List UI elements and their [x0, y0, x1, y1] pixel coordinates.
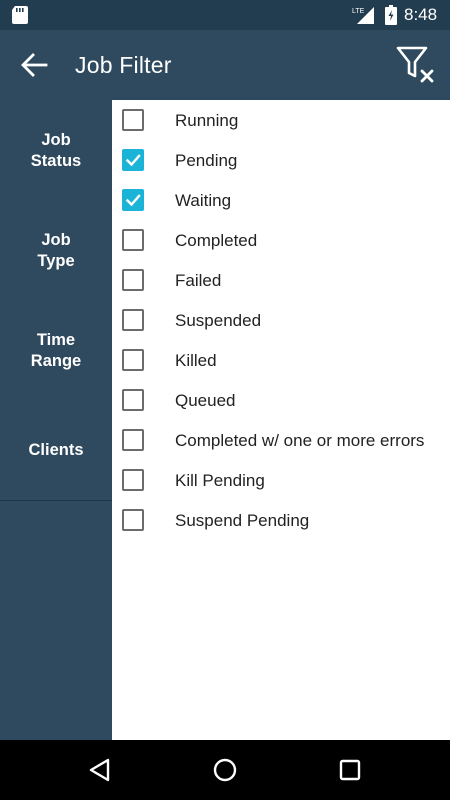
- nav-item-label: Range: [30, 352, 82, 370]
- job-status-option-row[interactable]: Waiting: [112, 180, 450, 220]
- filter-clear-icon[interactable]: [394, 43, 438, 87]
- battery-icon: [385, 5, 397, 25]
- option-label: Pending: [175, 151, 238, 170]
- option-label: Completed w/ one or more errors: [175, 431, 425, 450]
- filter-category-nav: Job Status Job Type Time Range Clients: [0, 100, 112, 740]
- checkbox-unchecked[interactable]: [122, 109, 144, 131]
- checkbox-unchecked[interactable]: [122, 349, 144, 371]
- option-label: Queued: [175, 391, 236, 410]
- option-label: Failed: [175, 271, 222, 290]
- job-status-option-row[interactable]: Suspended: [112, 300, 450, 340]
- checkbox-unchecked[interactable]: [122, 389, 144, 411]
- checkmark-icon: [125, 194, 141, 207]
- checkmark-icon: [125, 154, 141, 167]
- option-label: Running: [175, 111, 239, 130]
- status-bar: LTE 8:48: [0, 0, 450, 30]
- option-label: Suspend Pending: [175, 511, 310, 530]
- signal-icon: LTE: [352, 7, 374, 24]
- checkbox-unchecked[interactable]: [122, 469, 144, 491]
- job-status-option-row[interactable]: Pending: [112, 140, 450, 180]
- lte-label: LTE: [352, 8, 365, 15]
- checkbox-unchecked[interactable]: [122, 309, 144, 331]
- system-nav-bar: [0, 740, 450, 800]
- checkbox-checked[interactable]: [122, 149, 144, 171]
- job-status-option-row[interactable]: Completed w/ one or more errors: [112, 420, 450, 460]
- checkbox-checked[interactable]: [122, 189, 144, 211]
- job-status-option-row[interactable]: Suspend Pending: [112, 500, 450, 540]
- job-status-option-row[interactable]: Killed: [112, 340, 450, 380]
- nav-item-label: Type: [37, 252, 75, 270]
- option-label: Suspended: [175, 311, 262, 330]
- checkbox-unchecked[interactable]: [122, 269, 144, 291]
- sd-card-icon: [12, 6, 28, 24]
- nav-item-label: Job: [41, 231, 71, 249]
- nav-divider: [0, 500, 112, 501]
- option-label: Killed: [175, 351, 217, 370]
- nav-item-clients[interactable]: Clients: [0, 440, 112, 461]
- recents-square-icon[interactable]: [336, 756, 364, 784]
- job-status-option-row[interactable]: Running: [112, 100, 450, 140]
- job-status-option-row[interactable]: Failed: [112, 260, 450, 300]
- nav-item-label: Clients: [28, 441, 84, 459]
- home-circle-icon[interactable]: [211, 756, 239, 784]
- option-label: Waiting: [175, 191, 232, 210]
- nav-item-label: Job: [41, 131, 71, 149]
- option-label: Kill Pending: [175, 471, 265, 490]
- app-bar: Job Filter: [0, 30, 450, 100]
- job-status-options-panel: Running Pending Waiting Completed Failed Susp…: [112, 100, 450, 740]
- checkbox-unchecked[interactable]: [122, 429, 144, 451]
- nav-item-time-range[interactable]: Time Range: [0, 330, 112, 372]
- nav-item-label: Time: [36, 331, 76, 349]
- nav-item-job-type[interactable]: Job Type: [0, 230, 112, 272]
- status-clock: 8:48: [404, 5, 438, 24]
- back-triangle-icon[interactable]: [86, 756, 114, 784]
- job-status-option-row[interactable]: Queued: [112, 380, 450, 420]
- checkbox-unchecked[interactable]: [122, 509, 144, 531]
- option-label: Completed: [175, 231, 258, 250]
- nav-item-job-status[interactable]: Job Status: [0, 130, 112, 172]
- checkbox-unchecked[interactable]: [122, 229, 144, 251]
- arrow-back-icon[interactable]: [18, 51, 50, 79]
- job-status-option-row[interactable]: Completed: [112, 220, 450, 260]
- nav-item-label: Status: [30, 152, 82, 170]
- page-title: Job Filter: [75, 52, 172, 78]
- job-status-option-row[interactable]: Kill Pending: [112, 460, 450, 500]
